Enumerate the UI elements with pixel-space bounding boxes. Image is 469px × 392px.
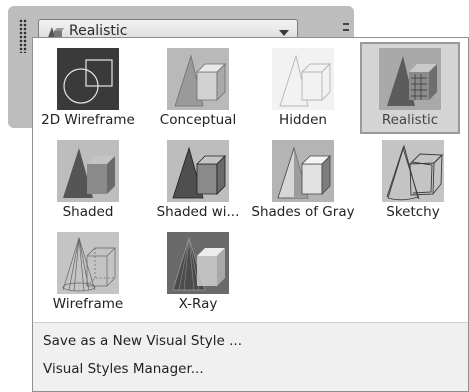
style-tile-shaded[interactable]: Shaded bbox=[38, 134, 138, 226]
shaded-with-edges-thumbnail bbox=[167, 140, 229, 202]
save-as-new-visual-style-item[interactable]: Save as a New Visual Style ... bbox=[43, 333, 242, 349]
style-tile-sketchy[interactable]: Sketchy bbox=[363, 134, 463, 226]
style-label: Sketchy bbox=[386, 204, 440, 220]
style-tile-hidden[interactable]: Hidden bbox=[253, 42, 353, 134]
realistic-thumbnail bbox=[379, 48, 441, 110]
style-tile-realistic[interactable]: Realistic bbox=[360, 42, 460, 134]
toolbar-grip[interactable] bbox=[19, 19, 27, 53]
visual-styles-flyout: 2D Wireframe Conceptual Hidden Realistic… bbox=[32, 37, 469, 392]
x-ray-thumbnail bbox=[167, 232, 229, 294]
hidden-thumbnail bbox=[272, 48, 334, 110]
chevron-down-icon[interactable] bbox=[279, 30, 289, 36]
2d-wireframe-thumbnail bbox=[57, 48, 119, 110]
style-tile-2d-wireframe[interactable]: 2D Wireframe bbox=[38, 42, 138, 134]
style-tile-wireframe[interactable]: Wireframe bbox=[38, 226, 138, 318]
style-tile-x-ray[interactable]: X-Ray bbox=[148, 226, 248, 318]
flyout-menu: Save as a New Visual Style ... Visual St… bbox=[33, 323, 468, 391]
shades-of-gray-thumbnail bbox=[272, 140, 334, 202]
visual-styles-control: Realistic 2D Wireframe Conceptual Hidden… bbox=[0, 0, 469, 392]
sketchy-thumbnail bbox=[382, 140, 444, 202]
conceptual-thumbnail bbox=[167, 48, 229, 110]
shaded-thumbnail bbox=[57, 140, 119, 202]
wireframe-thumbnail bbox=[57, 232, 119, 294]
visual-styles-manager-item[interactable]: Visual Styles Manager... bbox=[43, 361, 204, 377]
style-label: X-Ray bbox=[178, 296, 218, 312]
style-label: Realistic bbox=[381, 112, 439, 128]
style-tile-shades-of-gray[interactable]: Shades of Gray bbox=[251, 134, 355, 226]
